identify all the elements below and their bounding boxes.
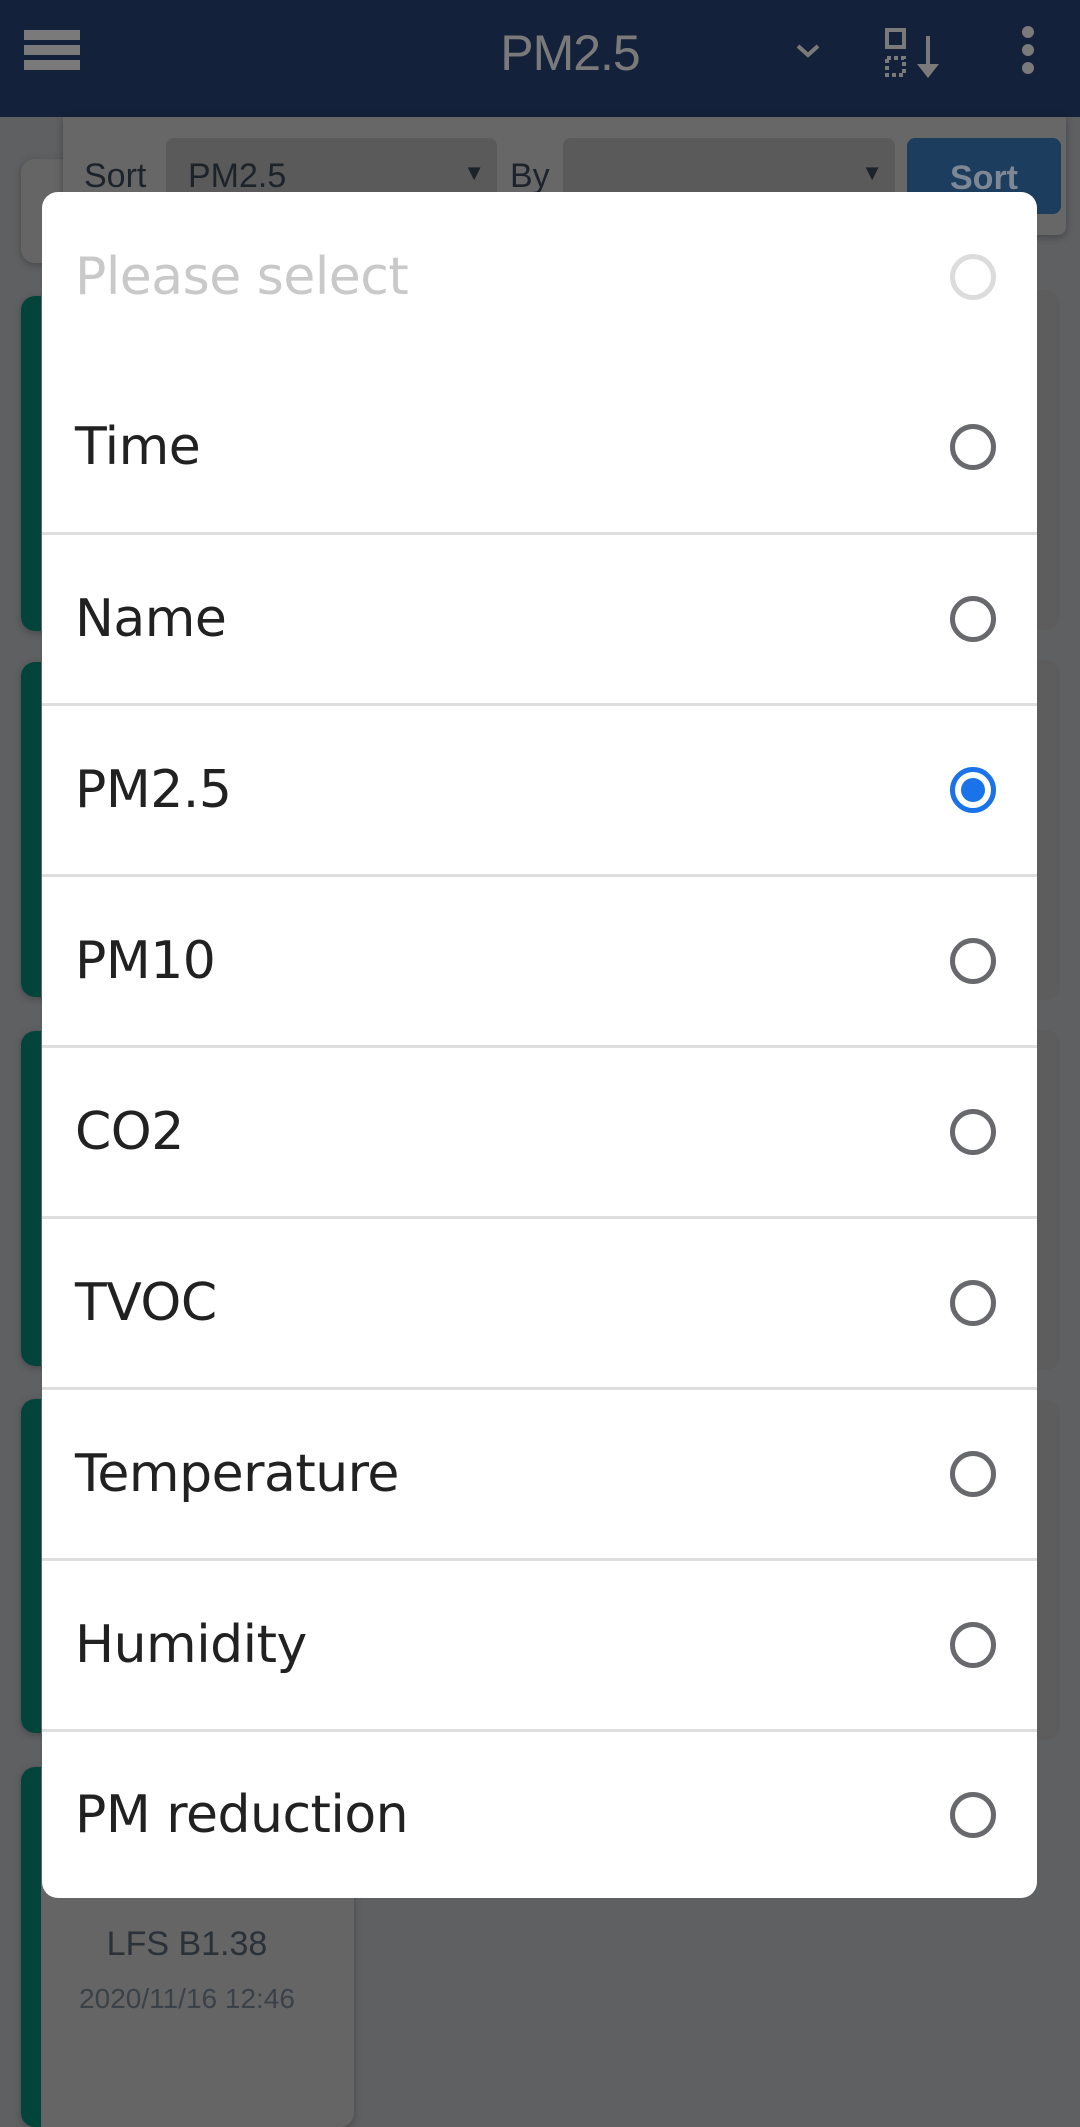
chevron-down-icon[interactable] [794,42,822,60]
option-co2[interactable]: CO2 [42,1045,1037,1216]
option-label: Humidity [75,1615,307,1675]
option-pm25[interactable]: PM2.5 [42,703,1037,874]
option-humidity[interactable]: Humidity [42,1558,1037,1729]
sort-descending-icon[interactable] [884,28,942,80]
option-label: PM10 [75,931,216,991]
radio-button-icon[interactable] [950,1280,996,1326]
radio-button-icon[interactable] [950,424,996,470]
option-time[interactable]: Time [42,362,1037,532]
radio-button-icon[interactable] [950,1109,996,1155]
option-label: PM reduction [75,1785,409,1845]
sort-field-value: PM2.5 [188,157,287,195]
radio-button-icon[interactable] [950,1792,996,1838]
status-strip [21,1399,41,1733]
dropdown-arrow-icon: ▼ [861,160,883,185]
app-header: PM2.5 [0,0,1080,117]
option-label: Temperature [75,1444,399,1504]
option-temperature[interactable]: Temperature [42,1387,1037,1558]
option-name[interactable]: Name [42,532,1037,703]
dropdown-arrow-icon: ▼ [463,160,485,185]
by-label: By [510,157,550,195]
radio-button-icon[interactable] [950,938,996,984]
radio-button-icon [950,254,996,300]
page-title[interactable]: PM2.5 [440,24,700,82]
device-name: LFS B1.38 [106,1925,268,1963]
option-label: TVOC [75,1273,217,1333]
status-strip [21,662,41,997]
status-strip [21,1031,41,1366]
hamburger-menu-icon[interactable] [24,30,80,74]
option-label: Name [75,589,227,649]
option-label: Please select [75,247,409,307]
radio-button-icon[interactable] [950,596,996,642]
radio-button-icon[interactable] [950,1451,996,1497]
option-label: Time [75,417,201,477]
radio-button-checked-icon[interactable] [950,767,996,813]
option-label: PM2.5 [75,760,232,820]
status-strip [21,159,41,263]
option-pm-reduction[interactable]: PM reduction [42,1729,1037,1898]
device-timestamp: 2020/11/16 12:46 [79,1983,295,2014]
option-placeholder: Please select [42,192,1037,362]
option-pm10[interactable]: PM10 [42,874,1037,1045]
status-strip [21,296,41,631]
option-tvoc[interactable]: TVOC [42,1216,1037,1387]
select-dialog: Please select Time Name PM2.5 PM10 CO2 T… [42,192,1037,1898]
more-vertical-icon[interactable] [1018,26,1038,78]
radio-button-icon[interactable] [950,1622,996,1668]
sort-label: Sort [84,157,147,195]
option-label: CO2 [75,1102,184,1162]
